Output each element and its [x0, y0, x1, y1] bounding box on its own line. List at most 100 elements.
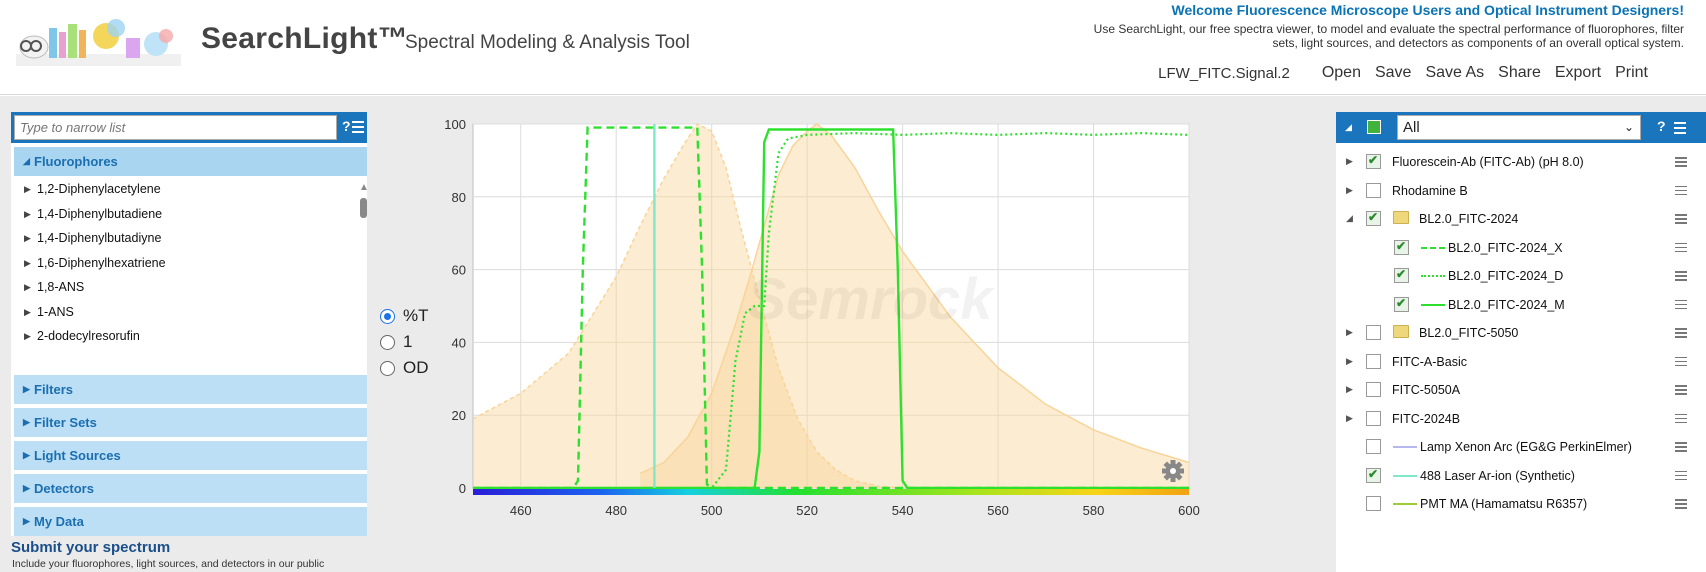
- layer-row[interactable]: ▶ FITC-5050A: [1336, 376, 1706, 404]
- layer-row[interactable]: ◢ BL2.0_FITC-2024: [1336, 205, 1706, 233]
- y-tick-label: 80: [452, 190, 466, 205]
- expand-icon[interactable]: ▶: [1346, 156, 1353, 167]
- layer-checkbox[interactable]: [1366, 410, 1381, 426]
- drag-handle-icon[interactable]: [1675, 299, 1687, 312]
- category-fluorophores[interactable]: ◢ Fluorophores: [14, 147, 367, 176]
- expand-icon[interactable]: ▶: [1346, 413, 1353, 424]
- layer-filter-select[interactable]: All ⌄: [1397, 115, 1641, 140]
- drag-handle-icon[interactable]: [1675, 157, 1687, 169]
- category-my-data[interactable]: ▶ My Data: [14, 507, 367, 536]
- expand-icon[interactable]: ▶: [1346, 356, 1353, 367]
- folder-icon: [1393, 211, 1409, 224]
- layer-label: BL2.0_FITC-2024_X: [1448, 240, 1563, 255]
- drag-handle-icon[interactable]: [1675, 356, 1687, 369]
- open-button[interactable]: Open: [1322, 64, 1361, 82]
- save-as-button[interactable]: Save As: [1425, 64, 1484, 82]
- expand-icon: ▶: [24, 306, 31, 317]
- layer-checkbox[interactable]: [1366, 325, 1381, 340]
- layer-row[interactable]: ▶ Rhodamine B: [1336, 177, 1706, 205]
- layer-checkbox[interactable]: [1394, 239, 1409, 255]
- layer-checkbox[interactable]: [1366, 439, 1381, 454]
- radio-percent-t[interactable]: %T: [380, 303, 429, 329]
- radio-od[interactable]: OD: [380, 355, 429, 381]
- scroll-thumb[interactable]: [360, 198, 367, 218]
- export-button[interactable]: Export: [1555, 64, 1601, 82]
- layer-row[interactable]: ▶ FITC-A-Basic: [1336, 348, 1706, 376]
- layer-label: PMT MA (Hamamatsu R6357): [1420, 497, 1588, 511]
- radio-button[interactable]: [380, 334, 395, 350]
- list-item[interactable]: ▶ 1,2-Diphenylacetylene: [14, 178, 344, 200]
- share-button[interactable]: Share: [1498, 64, 1541, 82]
- layer-checkbox[interactable]: [1366, 182, 1381, 198]
- print-button[interactable]: Print: [1615, 64, 1648, 82]
- list-scrollbar[interactable]: ▲ ▼: [358, 182, 369, 482]
- drag-handle-icon[interactable]: [1675, 214, 1687, 226]
- menu-icon[interactable]: [352, 121, 364, 136]
- layer-checkbox[interactable]: [1366, 496, 1381, 511]
- layer-row[interactable]: ▶ BL2.0_FITC-5050: [1336, 319, 1706, 347]
- scroll-up-icon[interactable]: ▲: [359, 182, 369, 193]
- expand-icon: ▶: [24, 282, 31, 292]
- layer-row[interactable]: BL2.0_FITC-2024_X: [1336, 234, 1706, 262]
- radio-button[interactable]: [380, 360, 395, 376]
- layer-checkbox[interactable]: [1366, 153, 1381, 169]
- help-icon[interactable]: ?: [342, 118, 351, 134]
- drag-handle-icon[interactable]: [1675, 385, 1687, 397]
- drag-handle-icon[interactable]: [1675, 413, 1687, 426]
- drag-handle-icon[interactable]: [1675, 499, 1687, 511]
- layer-checkbox[interactable]: [1366, 353, 1381, 369]
- list-item[interactable]: ▶ 1,6-Diphenylhexatriene: [14, 252, 344, 274]
- layer-row[interactable]: Lamp Xenon Arc (EG&G PerkinElmer): [1336, 433, 1706, 461]
- list-item[interactable]: ▶ 1-ANS: [14, 301, 344, 323]
- library-search-input[interactable]: [14, 115, 337, 140]
- expand-icon[interactable]: ▶: [1346, 185, 1353, 196]
- line-style-swatch: [1393, 474, 1417, 477]
- menu-icon[interactable]: [1674, 122, 1686, 137]
- list-item[interactable]: ▶ 1,4-Diphenylbutadiene: [14, 203, 344, 225]
- drag-handle-icon[interactable]: [1675, 470, 1687, 483]
- layer-row[interactable]: ▶ FITC-2024B: [1336, 405, 1706, 433]
- drag-handle-icon[interactable]: [1675, 242, 1687, 255]
- drag-handle-icon[interactable]: [1675, 185, 1687, 198]
- line-style-swatch: [1421, 303, 1445, 306]
- layer-checkbox[interactable]: [1394, 296, 1409, 312]
- layer-checkbox[interactable]: [1366, 210, 1381, 226]
- save-button[interactable]: Save: [1375, 64, 1411, 82]
- expand-icon: ▶: [24, 331, 31, 341]
- layer-checkbox[interactable]: [1394, 267, 1409, 283]
- list-item[interactable]: ▶ 2-dodecylresorufin: [14, 325, 344, 347]
- expand-icon[interactable]: ▶: [1346, 327, 1353, 338]
- layer-row[interactable]: PMT MA (Hamamatsu R6357): [1336, 490, 1706, 518]
- drag-handle-icon[interactable]: [1675, 271, 1687, 283]
- app-title: SearchLight™: [201, 22, 408, 55]
- library-search-bar: ?: [11, 112, 367, 143]
- help-icon[interactable]: ?: [1657, 118, 1666, 134]
- spectrum-chart[interactable]: 460 480 500 520 540 560 580 600 0 20 40 60 80 100 Sem…: [430, 112, 1310, 572]
- list-item[interactable]: ▶ 1,8-ANS: [14, 276, 344, 298]
- expand-icon: ▶: [24, 208, 31, 219]
- layer-row[interactable]: 488 Laser Ar-ion (Synthetic): [1336, 462, 1706, 490]
- category-filters[interactable]: ▶ Filters: [14, 375, 367, 404]
- welcome-message: Welcome Fluorescence Microscope Users an…: [1171, 2, 1684, 18]
- drag-handle-icon[interactable]: [1675, 442, 1687, 454]
- layer-checkbox[interactable]: [1366, 382, 1381, 397]
- layer-row[interactable]: BL2.0_FITC-2024_D: [1336, 262, 1706, 290]
- caret-closed-icon: ▶: [23, 384, 30, 394]
- settings-gear-icon[interactable]: [1162, 460, 1184, 482]
- category-detectors[interactable]: ▶ Detectors: [14, 474, 367, 503]
- layer-row[interactable]: ▶ Fluorescein-Ab (FITC-Ab) (pH 8.0): [1336, 148, 1706, 176]
- list-item[interactable]: ▶ 1,4-Diphenylbutadiyne: [14, 227, 344, 249]
- collapse-all-icon[interactable]: ◢: [1345, 122, 1352, 133]
- collapse-icon[interactable]: ◢: [1346, 213, 1353, 224]
- layer-row[interactable]: BL2.0_FITC-2024_M: [1336, 291, 1706, 319]
- expand-icon[interactable]: ▶: [1346, 384, 1353, 395]
- layer-checkbox[interactable]: [1366, 467, 1381, 483]
- radio-button[interactable]: [380, 308, 395, 324]
- submit-spectrum-link[interactable]: Submit your spectrum: [11, 539, 170, 556]
- category-light-sources[interactable]: ▶ Light Sources: [14, 441, 367, 470]
- toggle-all-checkbox[interactable]: [1367, 120, 1381, 134]
- radio-one[interactable]: 1: [380, 329, 429, 355]
- fluorophore-list: ▶ 1,2-Diphenylacetylene ▶ 1,4-Diphenylbuta…: [14, 178, 349, 483]
- category-filter-sets[interactable]: ▶ Filter Sets: [14, 408, 367, 437]
- drag-handle-icon[interactable]: [1675, 328, 1687, 340]
